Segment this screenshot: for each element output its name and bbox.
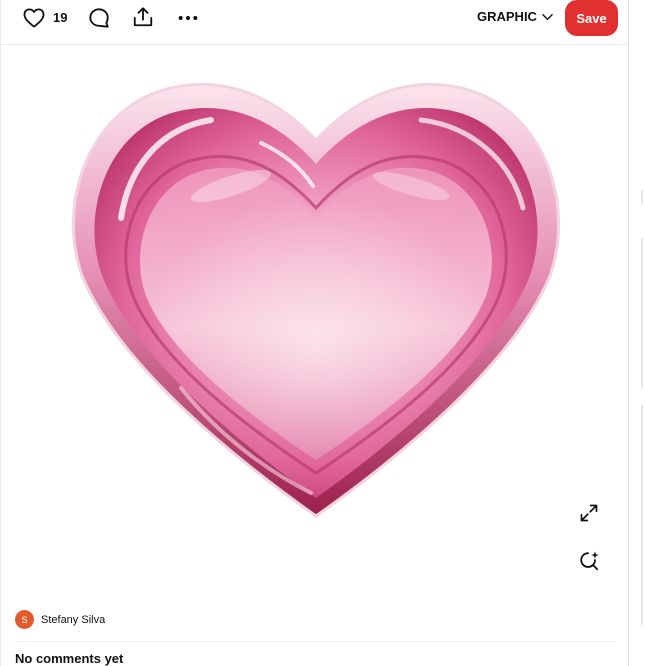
divider: [15, 641, 615, 642]
adjacent-column-mark: [641, 238, 643, 388]
heart-outline-icon: [23, 8, 45, 28]
pin-viewer: 19 GRAPHIC Save S Stefany Silva No comme…: [0, 0, 645, 666]
share-icon: [133, 7, 153, 27]
visual-search-button[interactable]: [576, 548, 602, 574]
adjacent-column-mark: [641, 190, 643, 204]
avatar: S: [15, 610, 34, 629]
pin-card: 19 GRAPHIC Save S Stefany Silva No comme…: [0, 0, 629, 666]
like-count: 19: [53, 10, 68, 25]
adjacent-column-mark: [641, 405, 643, 625]
share-button[interactable]: [130, 4, 156, 30]
save-button[interactable]: Save: [565, 0, 618, 36]
comment-icon: [89, 8, 109, 28]
expand-button[interactable]: [576, 500, 602, 526]
expand-icon: [580, 504, 598, 522]
content-type-label: GRAPHIC: [477, 9, 537, 24]
pin-author[interactable]: S Stefany Silva: [15, 610, 105, 629]
visual-search-icon: [580, 551, 599, 571]
chevron-down-icon: [542, 13, 553, 20]
author-name: Stefany Silva: [41, 613, 106, 626]
comments-status: No comments yet: [15, 651, 124, 666]
pin-toolbar: 19 GRAPHIC Save: [1, 0, 628, 45]
comment-button[interactable]: [86, 5, 112, 31]
glass-heart-image: [71, 82, 561, 518]
more-options-button[interactable]: [175, 5, 201, 31]
pin-image[interactable]: [61, 68, 571, 528]
like-button[interactable]: [23, 5, 45, 31]
more-icon: [178, 15, 198, 21]
content-type-dropdown[interactable]: GRAPHIC: [477, 9, 553, 24]
